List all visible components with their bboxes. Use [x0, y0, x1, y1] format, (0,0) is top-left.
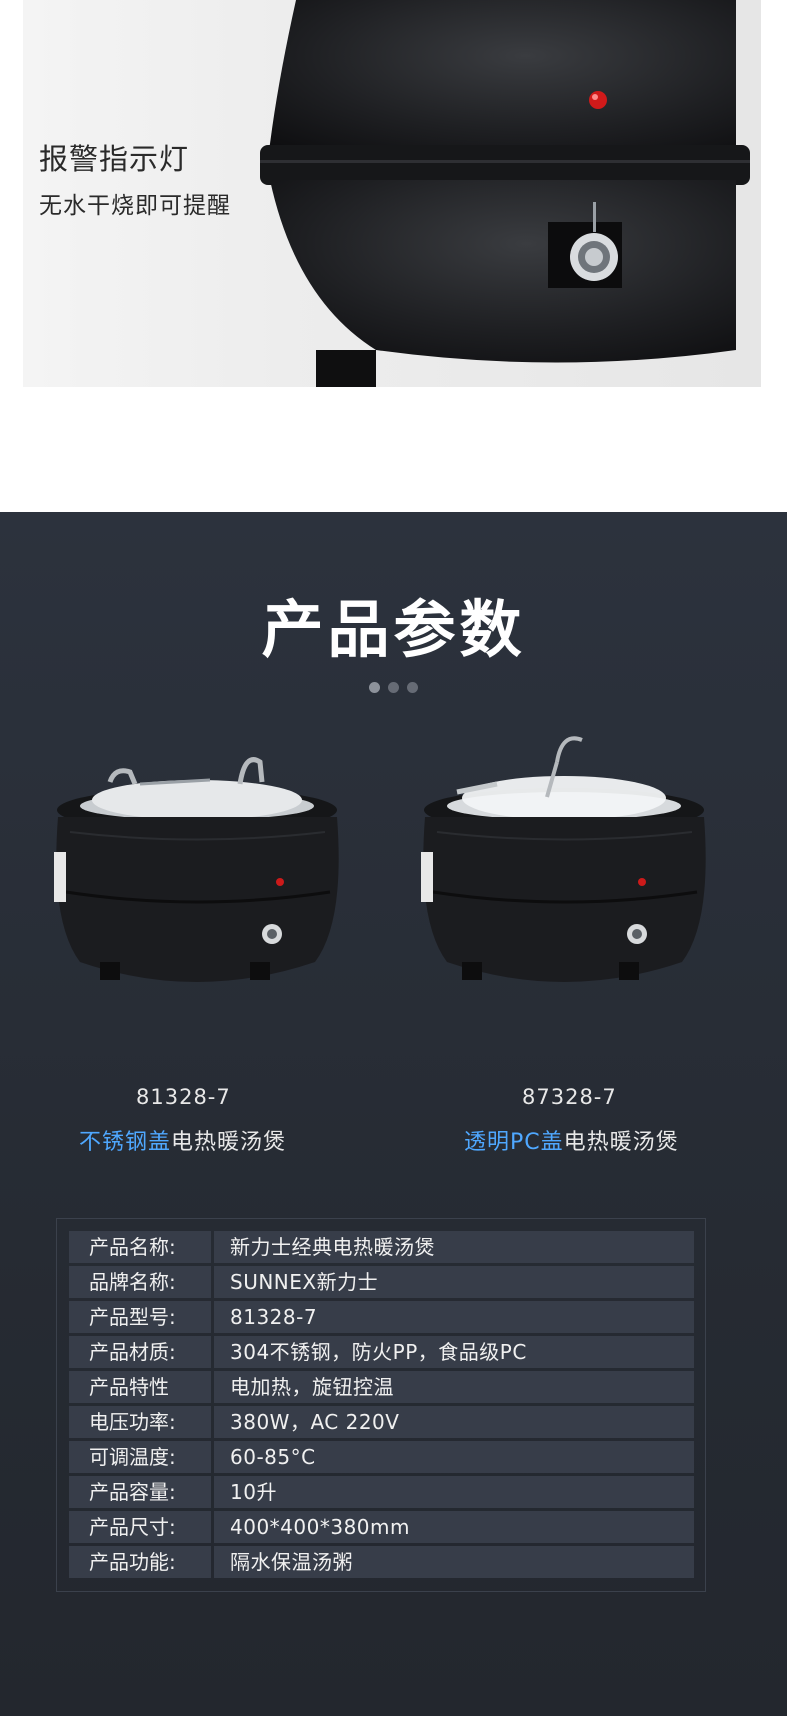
product-desc-1: 不锈钢盖电热暖汤煲 [79, 1124, 286, 1156]
spec-row: 产品功能: 隔水保温汤粥 [69, 1546, 694, 1578]
spec-row: 品牌名称: SUNNEX新力士 [69, 1266, 694, 1298]
spec-value: 304不锈钢，防火PP，食品级PC [214, 1336, 694, 1368]
spec-key: 产品型号: [69, 1301, 211, 1333]
stainless-lid-kettle-image [54, 757, 339, 982]
product-params-section: 产品参数 81328-7 不锈钢盖电热暖汤煲 87328-7 透明PC盖电热暖汤… [0, 512, 787, 1716]
hero-title: 报警指示灯 [39, 142, 190, 176]
spec-row: 可调温度: 60-85°C [69, 1441, 694, 1473]
spec-row: 产品容量: 10升 [69, 1476, 694, 1508]
spec-key: 产品尺寸: [69, 1511, 211, 1543]
carousel-dots [0, 678, 787, 697]
spec-value: SUNNEX新力士 [214, 1266, 694, 1298]
spec-row: 产品尺寸: 400*400*380mm [69, 1511, 694, 1543]
spec-table: 产品名称: 新力士经典电热暖汤煲 品牌名称: SUNNEX新力士 产品型号: 8132… [56, 1218, 706, 1592]
spec-value: 新力士经典电热暖汤煲 [214, 1231, 694, 1263]
product-model-1: 81328-7 [136, 1085, 231, 1109]
section-title: 产品参数 [261, 593, 526, 666]
spec-row: 产品材质: 304不锈钢，防火PP，食品级PC [69, 1336, 694, 1368]
product-desc-rest-1: 电热暖汤煲 [171, 1130, 287, 1155]
spec-row: 产品名称: 新力士经典电热暖汤煲 [69, 1231, 694, 1263]
spec-value: 400*400*380mm [214, 1511, 694, 1543]
pc-lid-kettle-image [421, 736, 706, 982]
spec-key: 产品材质: [69, 1336, 211, 1368]
spec-key: 产品容量: [69, 1476, 211, 1508]
spec-value: 10升 [214, 1476, 694, 1508]
spec-row: 产品型号: 81328-7 [69, 1301, 694, 1333]
spec-key: 产品功能: [69, 1546, 211, 1578]
spec-value: 电加热，旋钮控温 [214, 1371, 694, 1403]
product-highlight-1: 不锈钢盖 [79, 1130, 172, 1155]
spec-value: 隔水保温汤粥 [214, 1546, 694, 1578]
spec-value: 60-85°C [214, 1441, 694, 1473]
product-desc-2: 透明PC盖电热暖汤煲 [464, 1124, 679, 1156]
spec-value: 380W，AC 220V [214, 1406, 694, 1438]
product-model-2: 87328-7 [522, 1085, 617, 1109]
spec-value: 81328-7 [214, 1301, 694, 1333]
spec-row: 产品特性 电加热，旋钮控温 [69, 1371, 694, 1403]
soup-kettle-closeup-image [260, 0, 750, 387]
hero-subtitle: 无水干烧即可提醒 [39, 193, 231, 219]
spec-row: 电压功率: 380W，AC 220V [69, 1406, 694, 1438]
product-stainless-lid [40, 722, 360, 1042]
spec-key: 产品特性 [69, 1371, 211, 1403]
product-highlight-2: 透明PC盖 [464, 1130, 564, 1155]
spec-key: 产品名称: [69, 1231, 211, 1263]
carousel-dot-2[interactable] [388, 682, 399, 693]
carousel-dot-1[interactable] [369, 682, 380, 693]
product-pc-lid [407, 722, 727, 1042]
carousel-dot-3[interactable] [407, 682, 418, 693]
hero-banner: 报警指示灯 无水干烧即可提醒 [23, 0, 761, 387]
spec-key: 可调温度: [69, 1441, 211, 1473]
spec-key: 电压功率: [69, 1406, 211, 1438]
product-desc-rest-2: 电热暖汤煲 [563, 1130, 679, 1155]
spec-key: 品牌名称: [69, 1266, 211, 1298]
